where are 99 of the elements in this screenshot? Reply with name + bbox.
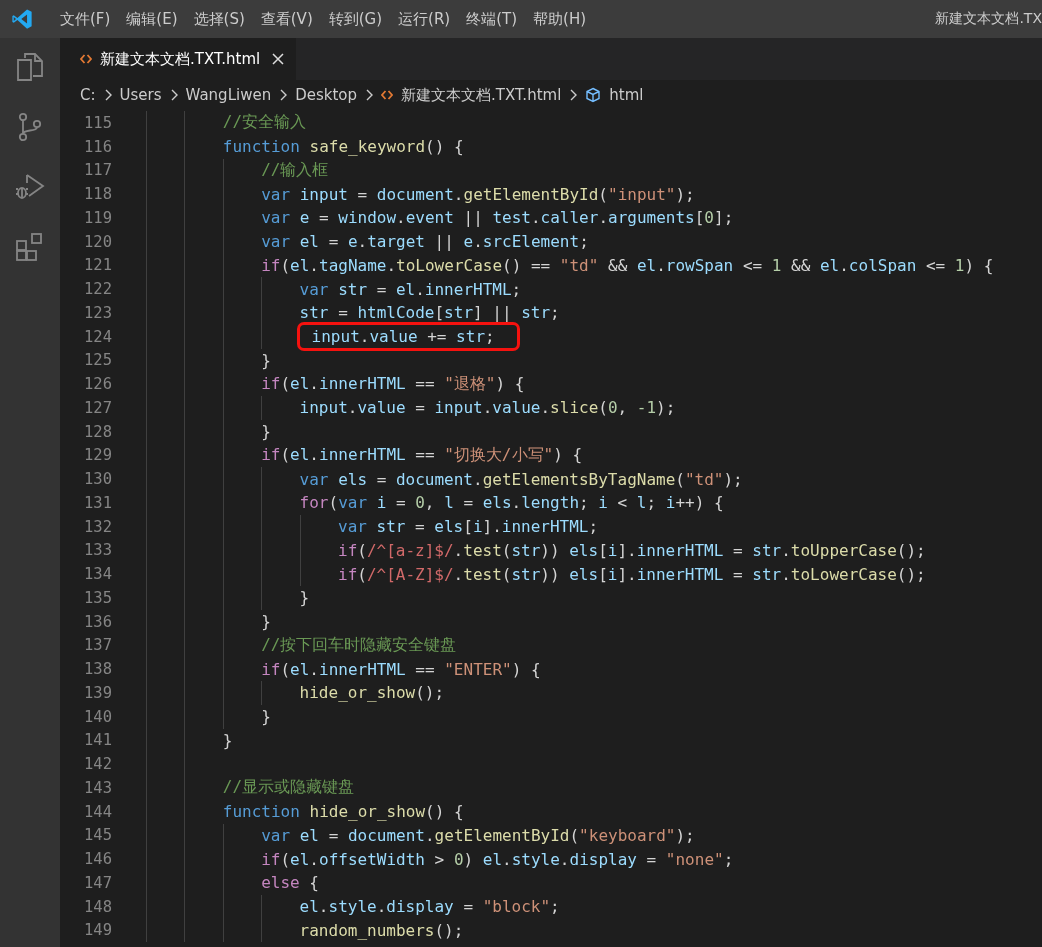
- code-line: if(el.innerHTML == "退格") {: [261, 373, 525, 395]
- line-number: 116: [83, 137, 112, 156]
- line-number: 140: [83, 707, 112, 726]
- line-number: 125: [83, 351, 112, 370]
- chevron-right-icon: [279, 89, 288, 101]
- code-line: var el = e.target || e.srcElement;: [261, 232, 589, 252]
- breadcrumb-item[interactable]: 新建文本文档.TXT.html: [381, 85, 562, 105]
- line-number: 144: [83, 802, 112, 821]
- code-line: input.value += str;: [299, 325, 517, 349]
- menu-item[interactable]: 文件(F): [52, 9, 119, 29]
- line-number: 133: [83, 541, 112, 560]
- line-number: 130: [83, 470, 112, 489]
- code-line: var els = document.getElementsByTagName("td");: [299, 469, 743, 489]
- code-line: if(el.offsetWidth > 0) el.style.display = "none";: [261, 849, 734, 869]
- line-number: 145: [83, 826, 112, 845]
- source-control-icon[interactable]: [17, 112, 43, 142]
- code-line: if(el.tagName.toLowerCase() == "td" && el.rowSpan <= 1 && el.colSpan <= 1) {: [261, 255, 994, 275]
- app-logo-icon: [11, 8, 33, 30]
- line-number: 129: [83, 446, 112, 465]
- line-number: 124: [83, 327, 112, 346]
- code-line: hide_or_show();: [299, 683, 445, 703]
- chevron-right-icon: [169, 89, 178, 101]
- line-number: 138: [83, 660, 112, 679]
- breadcrumb-item[interactable]: Users: [119, 86, 162, 104]
- code-line: for(var i = 0, l = els.length; i < l; i++) {: [299, 493, 724, 513]
- line-number: 123: [83, 303, 112, 322]
- line-number: 135: [83, 588, 112, 607]
- code-line: }: [222, 730, 233, 750]
- code-line: else {: [261, 873, 319, 893]
- close-icon[interactable]: [272, 53, 285, 65]
- line-number: 141: [83, 731, 112, 750]
- menu-item[interactable]: 帮助(H): [525, 9, 595, 29]
- files-icon[interactable]: [16, 52, 44, 82]
- code-line: var str = el.innerHTML;: [299, 279, 522, 299]
- line-number: 134: [83, 565, 112, 584]
- code-line: if(el.innerHTML == "切换大/小写") {: [261, 444, 583, 466]
- cube-icon: [585, 87, 602, 103]
- chevron-right-icon: [365, 89, 374, 101]
- code-line: var input = document.getElementById("input");: [261, 184, 695, 204]
- line-number: 137: [83, 636, 112, 655]
- line-number: 132: [83, 517, 112, 536]
- code-line: function hide_or_show() {: [222, 802, 464, 822]
- run-debug-icon[interactable]: [15, 172, 45, 202]
- menu-item[interactable]: 查看(V): [252, 9, 321, 29]
- line-number: 128: [83, 422, 112, 441]
- code-line: if(/^[a-z]$/.test(str)) els[i].innerHTML = str.toUpperCase();: [338, 540, 926, 560]
- code-line: //按下回车时隐藏安全键盘: [261, 634, 457, 656]
- line-number: 146: [83, 850, 112, 869]
- editor-tab[interactable]: 新建文本文档.TXT.html: [60, 38, 297, 80]
- code-line: if(/^[A-Z]$/.test(str)) els[i].innerHTML = str.toLowerCase();: [338, 564, 926, 584]
- code-line: //安全输入: [222, 112, 307, 134]
- line-number: 148: [83, 897, 112, 916]
- line-number: 120: [83, 232, 112, 251]
- code-line: el.style.display = "block";: [299, 897, 560, 917]
- line-number: 118: [83, 185, 112, 204]
- menu-item[interactable]: 终端(T): [458, 9, 526, 29]
- menu-item[interactable]: 运行(R): [390, 9, 459, 29]
- line-number: 119: [83, 208, 112, 227]
- line-number: 147: [83, 873, 112, 892]
- code-line: //输入框: [261, 159, 329, 181]
- code-line: str = htmlCode[str] || str;: [299, 303, 560, 323]
- breadcrumb-item[interactable]: WangLiwen: [185, 86, 272, 104]
- line-number: 136: [83, 612, 112, 631]
- extensions-icon[interactable]: [15, 232, 45, 262]
- code-file-icon: [80, 53, 92, 65]
- line-number: 139: [83, 683, 112, 702]
- code-line: }: [261, 707, 271, 727]
- code-line: }: [261, 422, 271, 442]
- line-number: 131: [83, 493, 112, 512]
- code-line: var str = els[i].innerHTML;: [338, 517, 599, 537]
- code-line: }: [261, 350, 271, 370]
- menu-item[interactable]: 转到(G): [320, 9, 391, 29]
- chevron-right-icon: [569, 89, 578, 101]
- line-number: 149: [83, 921, 112, 940]
- chevron-right-icon: [103, 89, 112, 101]
- window-title: 新建文本文档.TX: [934, 10, 1042, 28]
- code-line: var el = document.getElementById("keyboard");: [261, 825, 695, 845]
- breadcrumb-item[interactable]: C:: [80, 86, 96, 104]
- line-number: 122: [83, 280, 112, 299]
- menu-item[interactable]: 选择(S): [185, 9, 253, 29]
- code-line: //显示或隐藏键盘: [222, 777, 355, 799]
- line-number: 117: [83, 161, 112, 180]
- code-line: var e = window.event || test.caller.arguments[0];: [261, 208, 734, 228]
- breadcrumb-item[interactable]: html: [585, 86, 644, 104]
- code-line: input.value = input.value.slice(0, -1);: [299, 398, 676, 418]
- breadcrumb-item[interactable]: Desktop: [295, 86, 358, 104]
- code-line: }: [299, 588, 310, 608]
- code-line: function safe_keyword() {: [222, 137, 464, 157]
- code-line: random_numbers();: [299, 920, 464, 940]
- line-number: 127: [83, 398, 112, 417]
- code-line: }: [261, 612, 271, 632]
- line-number: 142: [83, 755, 112, 774]
- line-number: 115: [83, 113, 112, 132]
- menu-item[interactable]: 编辑(E): [118, 9, 186, 29]
- code-line: if(el.innerHTML == "ENTER") {: [261, 659, 541, 679]
- line-number: 121: [83, 256, 112, 275]
- line-number: 126: [83, 375, 112, 394]
- line-number: 143: [83, 778, 112, 797]
- code-file-icon: [381, 89, 394, 101]
